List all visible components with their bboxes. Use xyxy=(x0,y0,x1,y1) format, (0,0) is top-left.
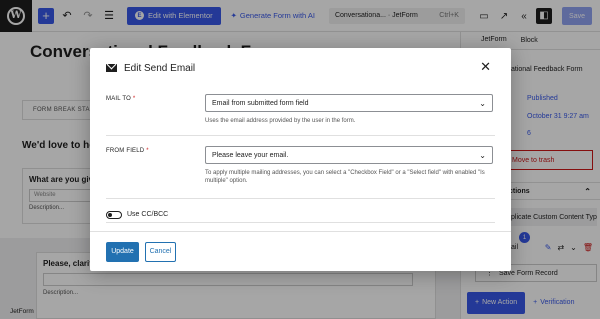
chevron-down-icon: ⌄ xyxy=(479,150,486,160)
modal-footer: Update Cancel xyxy=(90,231,511,271)
close-icon[interactable]: ✕ xyxy=(480,60,491,73)
from-field-label: FROM FIELD * xyxy=(106,148,149,154)
modal-body[interactable]: MAIL TO * Email from submitted form fiel… xyxy=(90,88,511,231)
chevron-down-icon: ⌄ xyxy=(479,98,486,108)
from-field-help: To apply multiple mailing addresses, you… xyxy=(205,170,485,184)
cancel-button[interactable]: Cancel xyxy=(145,241,176,262)
cc-bcc-label: Use CC/BCC xyxy=(127,211,169,218)
modal-header: Edit Send Email ✕ xyxy=(90,48,511,88)
mail-to-label: MAIL TO * xyxy=(106,96,136,102)
edit-send-email-modal: Edit Send Email ✕ MAIL TO * Email from s… xyxy=(90,48,511,271)
modal-title: Edit Send Email xyxy=(124,62,196,74)
email-icon xyxy=(106,64,117,72)
mail-to-help: Uses the email address provided by the u… xyxy=(205,118,356,124)
update-button[interactable]: Update xyxy=(106,241,139,262)
mail-to-field: MAIL TO * Email from submitted form fiel… xyxy=(106,88,495,136)
from-field-field: FROM FIELD * Please leave your email. ⌄ … xyxy=(106,136,495,199)
mail-to-select[interactable]: Email from submitted form field ⌄ xyxy=(205,94,493,112)
mail-to-value: Email from submitted form field xyxy=(212,99,309,107)
cc-bcc-toggle[interactable] xyxy=(106,210,122,219)
cc-bcc-row: Use CC/BCC xyxy=(106,199,495,223)
from-field-select[interactable]: Please leave your email. ⌄ xyxy=(205,146,493,164)
from-field-value: Please leave your email. xyxy=(212,151,289,159)
